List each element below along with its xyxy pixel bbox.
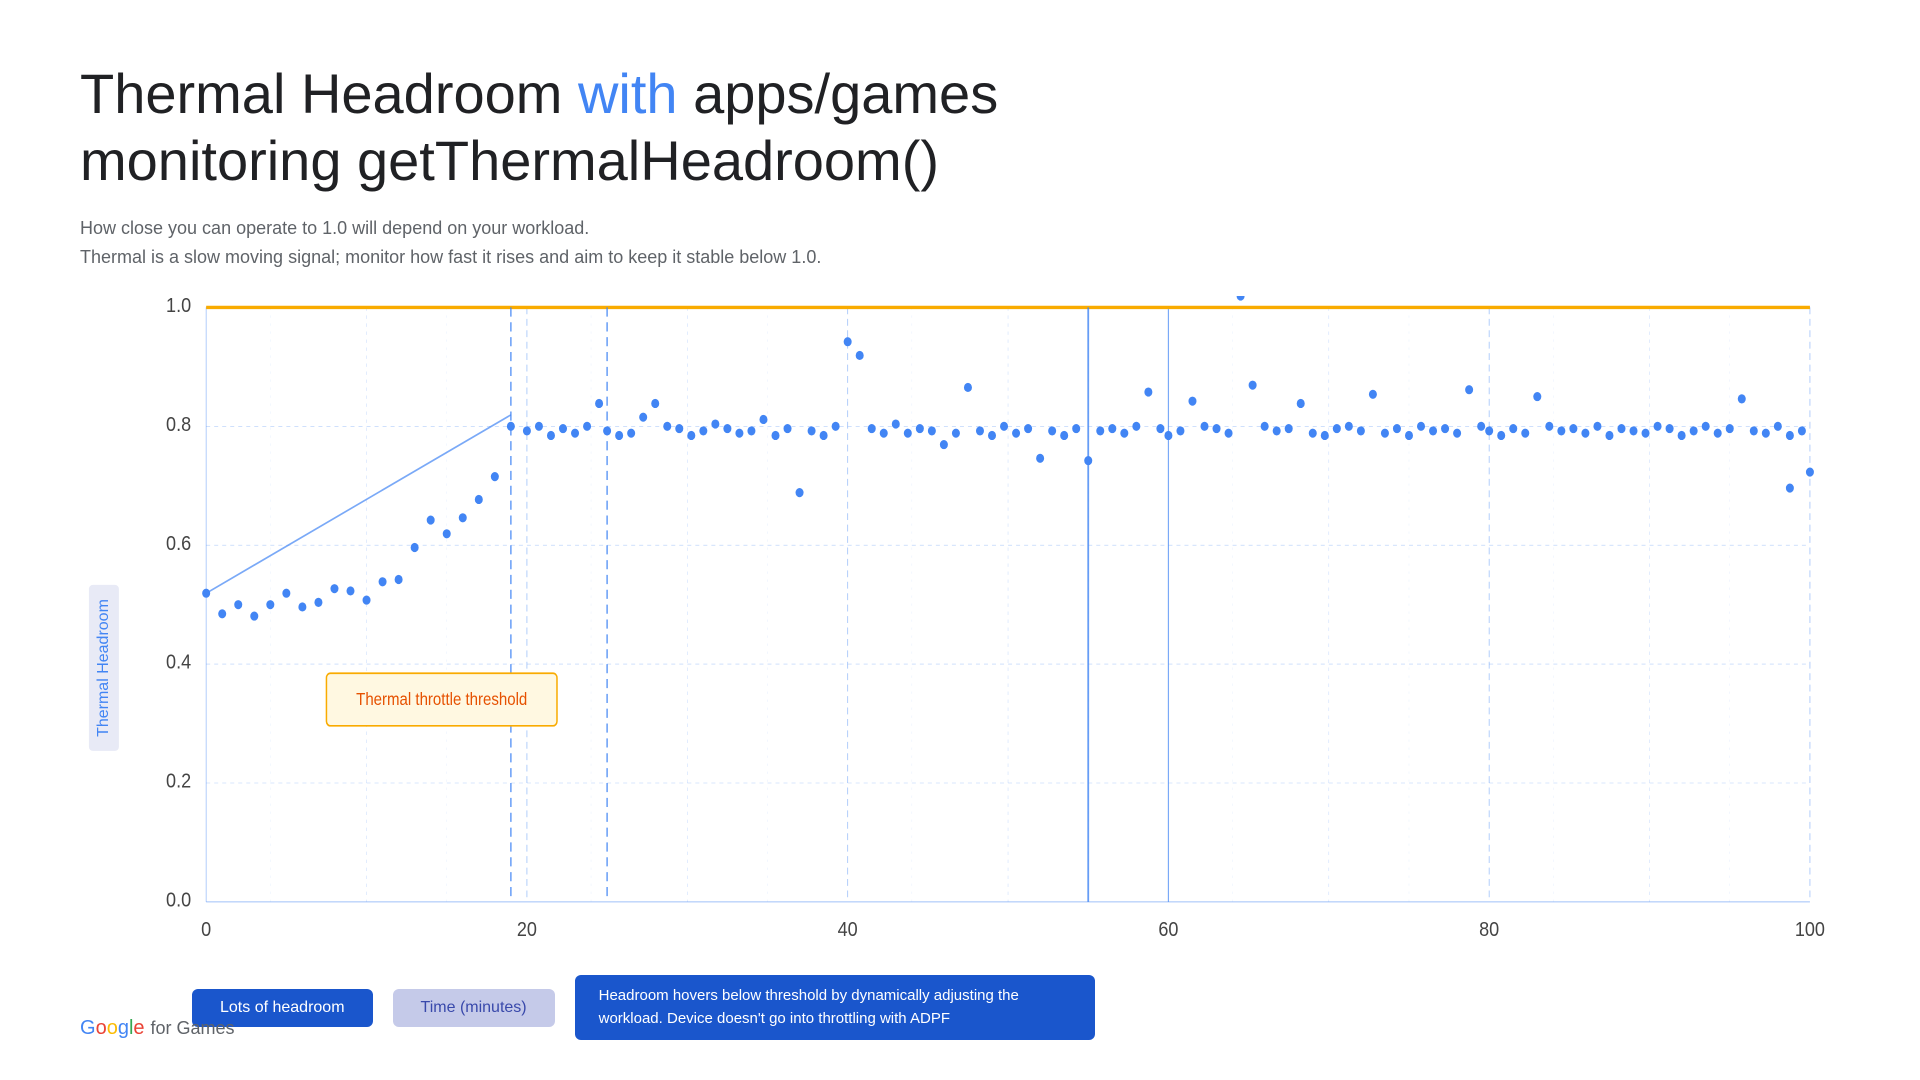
svg-text:60: 60	[1158, 918, 1178, 941]
time-minutes-label: Time (minutes)	[393, 989, 555, 1027]
title-line2: monitoring getThermalHeadroom()	[80, 129, 939, 192]
page-container: Thermal Headroom with apps/games monitor…	[0, 0, 1920, 1080]
y-axis-label: Thermal Headroom	[89, 585, 119, 751]
svg-text:20: 20	[517, 918, 537, 941]
subtitle-line2: Thermal is a slow moving signal; monitor…	[80, 243, 1840, 272]
chart-area: Thermal Headroom	[80, 296, 1840, 1040]
svg-text:0.8: 0.8	[166, 413, 191, 436]
subtitle-line1: How close you can operate to 1.0 will de…	[80, 214, 1840, 243]
for-games-text: for Games	[151, 1018, 235, 1039]
svg-text:100: 100	[1795, 918, 1825, 941]
svg-text:80: 80	[1479, 918, 1499, 941]
svg-text:Thermal throttle threshold: Thermal throttle threshold	[356, 690, 527, 709]
svg-text:0.6: 0.6	[166, 532, 191, 555]
svg-text:0.2: 0.2	[166, 769, 191, 792]
google-logo: Google for Games	[80, 1017, 235, 1040]
title-part1: Thermal Headroom	[80, 62, 578, 125]
subtitle-block: How close you can operate to 1.0 will de…	[80, 214, 1840, 272]
title-part2: apps/games	[678, 62, 999, 125]
svg-text:40: 40	[838, 918, 858, 941]
svg-text:0: 0	[201, 918, 211, 941]
bottom-labels: Lots of headroom Time (minutes) Headroom…	[136, 975, 1840, 1040]
svg-text:1.0: 1.0	[166, 296, 191, 317]
title-block: Thermal Headroom with apps/games monitor…	[80, 60, 1840, 194]
google-text: Google	[80, 1017, 145, 1040]
chart-svg: 1.0 0.8 0.6 0.4 0.2 0.0 0 20 40 60 80 10…	[136, 296, 1840, 959]
chart-with-xaxis: 1.0 0.8 0.6 0.4 0.2 0.0 0 20 40 60 80 10…	[136, 296, 1840, 1040]
y-axis-label-container: Thermal Headroom	[80, 296, 128, 1040]
main-title: Thermal Headroom with apps/games monitor…	[80, 60, 1840, 194]
adpf-description-label: Headroom hovers below threshold by dynam…	[575, 975, 1095, 1040]
svg-text:0.4: 0.4	[166, 651, 191, 674]
svg-text:0.0: 0.0	[166, 888, 191, 911]
chart-svg-container: 1.0 0.8 0.6 0.4 0.2 0.0 0 20 40 60 80 10…	[136, 296, 1840, 959]
title-highlight: with	[578, 62, 678, 125]
